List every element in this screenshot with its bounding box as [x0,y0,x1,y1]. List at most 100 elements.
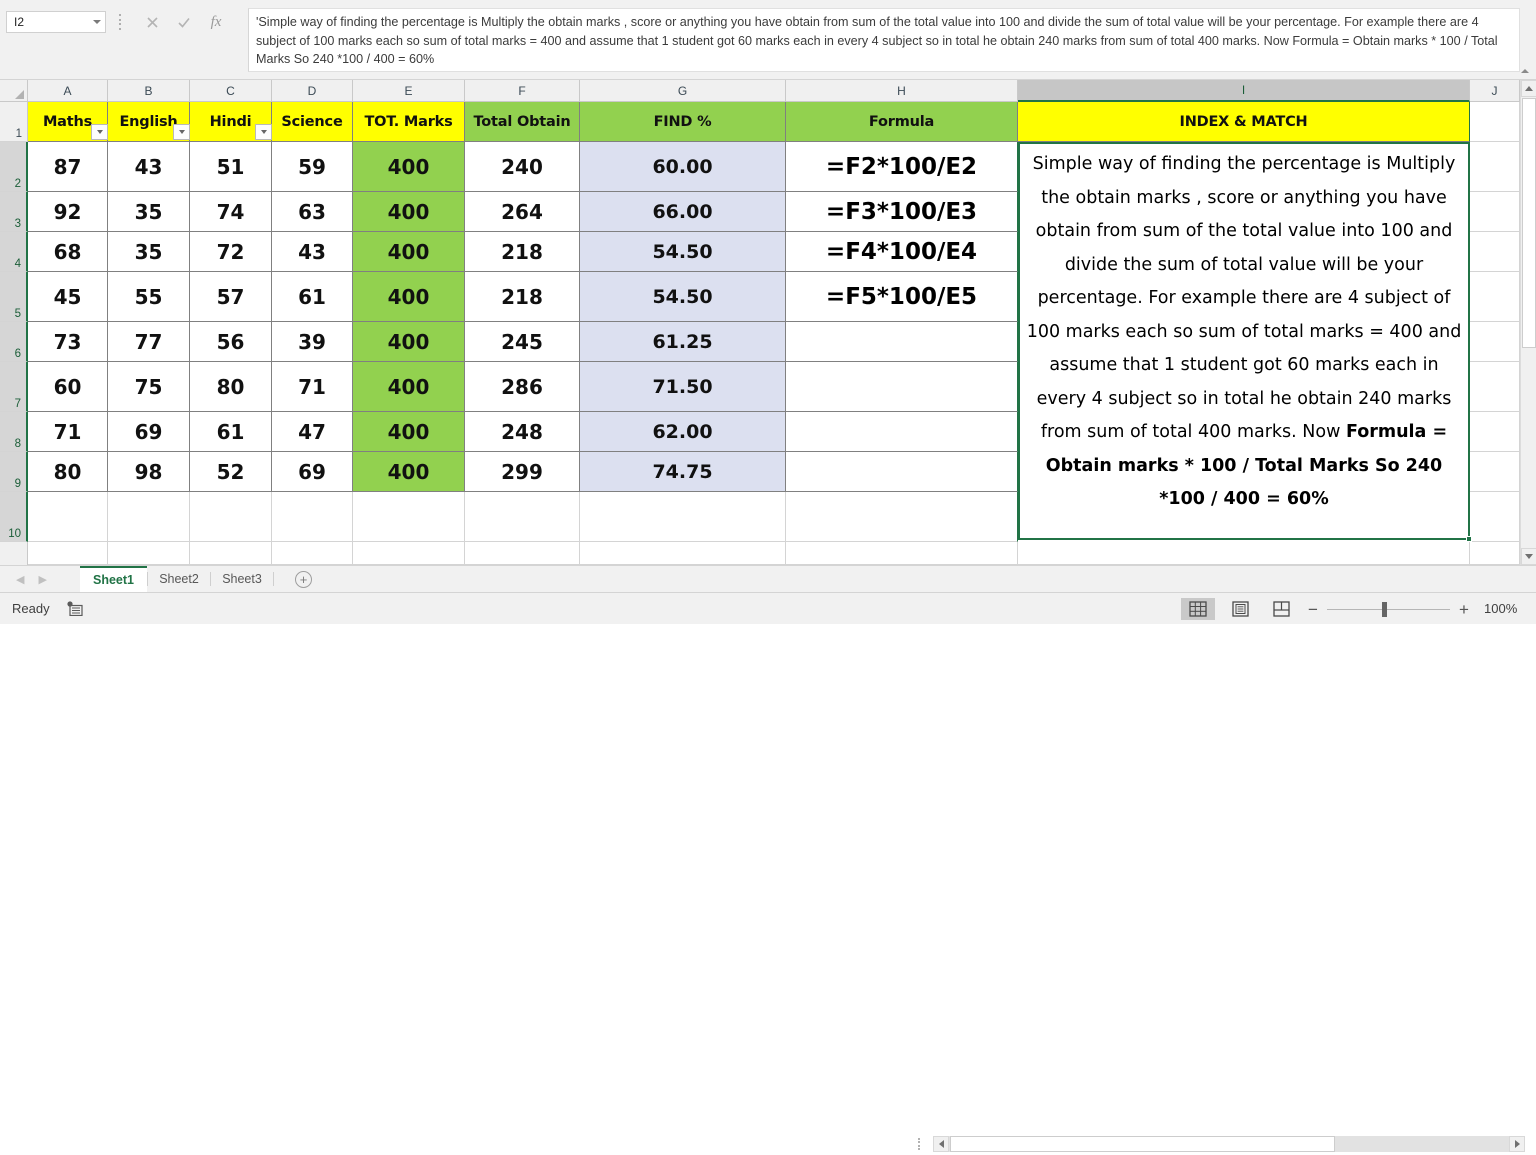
cell-C11[interactable] [190,542,272,565]
cell-H11[interactable] [786,542,1018,565]
chevron-right-icon[interactable]: ▶ [38,573,46,586]
cell-C6[interactable]: 56 [190,322,272,362]
cell-E11[interactable] [353,542,465,565]
cell-J3[interactable] [1470,192,1520,232]
cell-H4[interactable]: =F4*100/E4 [786,232,1018,272]
row-header-11[interactable] [0,542,28,565]
cell-H5[interactable]: =F5*100/E5 [786,272,1018,322]
cell-B10[interactable] [108,492,190,542]
cell-D11[interactable] [272,542,353,565]
cell-I11[interactable] [1018,542,1470,565]
scroll-up-icon[interactable] [1521,80,1536,97]
zoom-out-button[interactable]: − [1305,600,1321,618]
cell-G11[interactable] [580,542,786,565]
scroll-right-icon[interactable] [1509,1136,1525,1152]
cell-C5[interactable]: 57 [190,272,272,322]
cell-J2[interactable] [1470,142,1520,192]
cell-C3[interactable]: 74 [190,192,272,232]
cell-B4[interactable]: 35 [108,232,190,272]
cell-A11[interactable] [28,542,108,565]
filter-button-A[interactable] [91,124,108,140]
cell-J10[interactable] [1470,492,1520,542]
sheet-tab-sheet3[interactable]: Sheet3 [211,566,273,592]
row-header-1[interactable]: 1 [0,102,28,142]
column-header-A[interactable]: A [28,80,108,102]
chevron-left-icon[interactable]: ◀ [16,573,24,586]
cell-F5[interactable]: 218 [465,272,580,322]
cell-C9[interactable]: 52 [190,452,272,492]
cell-A2[interactable]: 87 [28,142,108,192]
cell-G7[interactable]: 71.50 [580,362,786,412]
cell-D8[interactable]: 47 [272,412,353,452]
filter-button-C[interactable] [255,124,272,140]
horizontal-scrollbar[interactable] [905,1134,1530,1155]
name-box-dropdown-icon[interactable] [89,12,105,32]
column-header-J[interactable]: J [1470,80,1520,102]
cell-J6[interactable] [1470,322,1520,362]
cell-B3[interactable]: 35 [108,192,190,232]
cell-H3[interactable]: =F3*100/E3 [786,192,1018,232]
cell-A4[interactable]: 68 [28,232,108,272]
cell-D1[interactable]: Science [272,102,353,142]
cell-A8[interactable]: 71 [28,412,108,452]
cell-F4[interactable]: 218 [465,232,580,272]
zoom-level-label[interactable]: 100% [1484,601,1517,616]
cell-E1[interactable]: TOT. Marks [353,102,465,142]
close-icon[interactable] [138,12,166,33]
cell-E10[interactable] [353,492,465,542]
cell-J1[interactable] [1470,102,1520,142]
cell-B5[interactable]: 55 [108,272,190,322]
cell-D9[interactable]: 69 [272,452,353,492]
cell-C2[interactable]: 51 [190,142,272,192]
add-sheet-button[interactable]: + [295,571,312,588]
cell-A3[interactable]: 92 [28,192,108,232]
filter-button-B[interactable] [173,124,190,140]
page-layout-icon[interactable] [1223,598,1257,620]
cell-I2-active[interactable]: Simple way of finding the percentage is … [1018,142,1470,540]
cell-B7[interactable]: 75 [108,362,190,412]
cell-H2[interactable]: =F2*100/E2 [786,142,1018,192]
cell-E6[interactable]: 400 [353,322,465,362]
cell-D5[interactable]: 61 [272,272,353,322]
row-header-7[interactable]: 7 [0,362,28,412]
horizontal-scroll-track[interactable] [933,1136,1525,1152]
expand-formula-bar-icon[interactable] [1518,64,1532,78]
cell-B2[interactable]: 43 [108,142,190,192]
cell-H10[interactable] [786,492,1018,542]
cell-G5[interactable]: 54.50 [580,272,786,322]
cell-C10[interactable] [190,492,272,542]
scroll-left-icon[interactable] [933,1136,949,1152]
column-header-H[interactable]: H [786,80,1018,102]
cell-E7[interactable]: 400 [353,362,465,412]
row-header-9[interactable]: 9 [0,452,28,492]
cell-D2[interactable]: 59 [272,142,353,192]
cell-B6[interactable]: 77 [108,322,190,362]
cell-J7[interactable] [1470,362,1520,412]
cell-E9[interactable]: 400 [353,452,465,492]
scroll-down-icon[interactable] [1521,548,1536,565]
cell-H9[interactable] [786,452,1018,492]
row-header-5[interactable]: 5 [0,272,28,322]
cell-G1[interactable]: FIND % [580,102,786,142]
cell-J9[interactable] [1470,452,1520,492]
row-header-6[interactable]: 6 [0,322,28,362]
cell-F8[interactable]: 248 [465,412,580,452]
cell-G10[interactable] [580,492,786,542]
cell-D6[interactable]: 39 [272,322,353,362]
sheet-tab-sheet2[interactable]: Sheet2 [148,566,210,592]
cell-A7[interactable]: 60 [28,362,108,412]
row-header-10[interactable]: 10 [0,492,28,542]
select-all-corner[interactable] [0,80,28,102]
cell-F7[interactable]: 286 [465,362,580,412]
column-header-C[interactable]: C [190,80,272,102]
cell-H6[interactable] [786,322,1018,362]
cell-A6[interactable]: 73 [28,322,108,362]
insert-function-icon[interactable]: fx [202,12,230,33]
cell-E5[interactable]: 400 [353,272,465,322]
cell-E2[interactable]: 400 [353,142,465,192]
column-header-F[interactable]: F [465,80,580,102]
fill-handle[interactable] [1466,536,1472,542]
accessibility-icon[interactable] [66,601,84,616]
cell-F11[interactable] [465,542,580,565]
cell-B8[interactable]: 69 [108,412,190,452]
